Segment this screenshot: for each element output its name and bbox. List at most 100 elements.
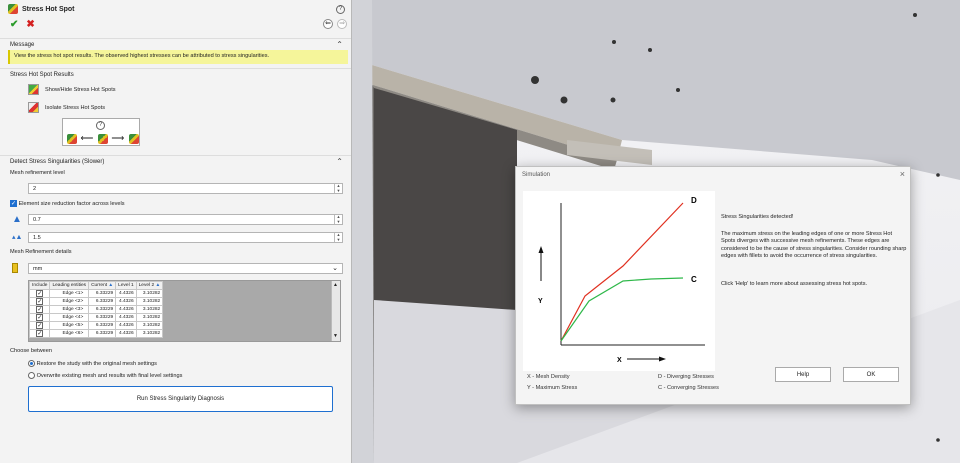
overwrite-radio-row[interactable]: Overwrite existing mesh and results with… xyxy=(28,372,182,379)
include-checkbox[interactable]: ✓ xyxy=(36,313,44,321)
panel-header: Stress Hot Spot xyxy=(8,4,75,14)
forward-arrow-icon[interactable]: ⇒ xyxy=(337,19,347,29)
mesh-icon: ▲ xyxy=(155,282,161,288)
back-arrow-icon[interactable]: ⇐ xyxy=(323,19,333,29)
property-manager: Stress Hot Spot ? ✔ ✖ ⇐ ⇒ Message ⌃ View… xyxy=(0,0,352,463)
mesh-level-label: Mesh refinement level xyxy=(10,170,65,176)
level-1-cell: 4.4326 xyxy=(115,328,137,338)
restore-radio-row[interactable]: Restore the study with the original mesh… xyxy=(28,360,157,367)
choose-label: Choose between xyxy=(10,348,52,354)
col-level-2[interactable]: Level 2 ▲ xyxy=(135,281,164,290)
include-cell: ✓ xyxy=(29,296,51,306)
help-button[interactable]: Help xyxy=(775,367,831,382)
legend-d: D - Diverging Stresses xyxy=(658,374,714,380)
col-include[interactable]: Include xyxy=(29,281,51,290)
triangle-factor-icon: ▲ xyxy=(12,214,22,225)
converging-curve xyxy=(560,277,684,342)
include-checkbox[interactable]: ✓ xyxy=(36,329,44,337)
diagram-help-icon[interactable]: ? xyxy=(96,121,105,130)
size-factor-input[interactable]: 0.7 ▲ ▼ xyxy=(28,214,343,225)
show-hide-icon xyxy=(28,84,39,95)
level-2-cell: 3.10282 xyxy=(135,328,164,338)
col-leading-entities[interactable]: Leading entities xyxy=(49,281,90,290)
include-cell: ✓ xyxy=(29,312,51,322)
ok-cancel-bar: ✔ ✖ xyxy=(10,19,35,30)
level-2-cell: 3.10282 xyxy=(135,288,164,298)
table-row[interactable]: ✓ Edge <1> 6.33229 4.4326 3.10282 xyxy=(29,288,164,298)
restore-radio[interactable] xyxy=(28,360,35,367)
results-section-header: Stress Hot Spot Results xyxy=(0,68,351,81)
run-diagnosis-button[interactable]: Run Stress Singularity Diagnosis xyxy=(28,386,333,412)
table-row[interactable]: ✓ Edge <2> 6.33229 4.4326 3.10282 xyxy=(29,296,164,306)
include-cell: ✓ xyxy=(29,320,51,330)
legend-y: Y - Maximum Stress xyxy=(527,385,578,391)
level-2-cell: 3.10282 xyxy=(135,320,164,330)
level-2-cell: 3.10282 xyxy=(135,312,164,322)
spinner-icon[interactable]: ▲ ▼ xyxy=(334,183,342,193)
col-level-1[interactable]: Level 1 xyxy=(115,281,137,290)
hot-spot-icon xyxy=(8,4,18,14)
chevron-down-icon[interactable]: ⌄ xyxy=(332,264,338,272)
detect-section-header[interactable]: Detect Stress Singularities (Slower) ⌃ xyxy=(0,155,351,168)
leading-entity-cell: Edge <5> xyxy=(49,320,90,330)
cycle-arrows-icon: ⟵ ⟶ xyxy=(67,133,139,144)
overwrite-radio[interactable] xyxy=(28,372,35,379)
label-c: C xyxy=(691,275,697,284)
leading-entity-cell: Edge <6> xyxy=(49,328,90,338)
refinement-table: Include Leading entities Current ▲ Level… xyxy=(28,280,341,342)
leading-entity-cell: Edge <2> xyxy=(49,296,90,306)
unit-select[interactable]: mm ⌄ xyxy=(28,263,343,274)
include-checkbox[interactable]: ✓ xyxy=(36,305,44,313)
col-current[interactable]: Current ▲ xyxy=(88,281,117,290)
mesh-level-input[interactable]: 2 ▲ ▼ xyxy=(28,183,343,194)
help-icon[interactable]: ? xyxy=(336,5,345,14)
element-size-checkbox-row[interactable]: ✓ Element size reduction factor across l… xyxy=(10,200,125,207)
include-checkbox[interactable]: ✓ xyxy=(36,297,44,305)
level-1-cell: 4.4326 xyxy=(115,320,137,330)
scroll-up-icon[interactable]: ▲ xyxy=(333,282,338,288)
y-label: Y xyxy=(538,298,543,305)
table-header-row: Include Leading entities Current ▲ Level… xyxy=(29,281,164,290)
collapse-chevron-icon[interactable]: ⌃ xyxy=(336,40,343,49)
include-checkbox[interactable]: ✓ xyxy=(36,321,44,329)
current-cell: 6.33229 xyxy=(88,312,117,322)
spinner-icon[interactable]: ▲ ▼ xyxy=(334,214,342,224)
collapse-chevron-icon[interactable]: ⌃ xyxy=(336,157,343,166)
element-size-checkbox[interactable]: ✓ xyxy=(10,200,17,207)
include-cell: ✓ xyxy=(29,288,51,298)
table-row[interactable]: ✓ Edge <4> 6.33229 4.4326 3.10282 xyxy=(29,312,164,322)
scroll-down-icon[interactable]: ▼ xyxy=(333,333,338,339)
level-1-cell: 4.4326 xyxy=(115,312,137,322)
level-1-cell: 4.4326 xyxy=(115,304,137,314)
message-text: View the stress hot spot results. The ob… xyxy=(8,50,348,64)
dialog-help-text: Click 'Help' to learn more about assessi… xyxy=(721,281,868,287)
x-arrow-icon xyxy=(659,356,666,362)
table-row[interactable]: ✓ Edge <5> 6.33229 4.4326 3.10282 xyxy=(29,320,164,330)
include-checkbox[interactable]: ✓ xyxy=(36,289,44,297)
table-scrollbar[interactable]: ▲ ▼ xyxy=(331,281,340,341)
table-row[interactable]: ✓ Edge <6> 6.33229 4.4326 3.10282 xyxy=(29,328,164,338)
legend-x: X - Mesh Density xyxy=(527,374,570,380)
ok-check-icon[interactable]: ✔ xyxy=(10,19,18,30)
isolate-hot-spots-button[interactable]: Isolate Stress Hot Spots xyxy=(28,102,105,113)
y-arrow-icon xyxy=(538,246,544,253)
ruler-icon xyxy=(12,263,18,273)
table-row[interactable]: ✓ Edge <3> 6.33229 4.4326 3.10282 xyxy=(29,304,164,314)
diverging-curve xyxy=(560,202,684,342)
level-1-cell: 4.4326 xyxy=(115,296,137,306)
ratio-factor-input[interactable]: 1.5 ▲ ▼ xyxy=(28,232,343,243)
leading-entity-cell: Edge <4> xyxy=(49,312,90,322)
hot-spot-cycle-diagram: ? ⟵ ⟶ xyxy=(62,118,140,146)
ok-button[interactable]: OK xyxy=(843,367,899,382)
current-cell: 6.33229 xyxy=(88,296,117,306)
left-strip xyxy=(352,0,374,463)
current-cell: 6.33229 xyxy=(88,304,117,314)
mesh-icon: ▲ xyxy=(108,282,114,288)
label-d: D xyxy=(691,196,697,205)
close-icon[interactable]: × xyxy=(900,169,905,179)
cancel-x-icon[interactable]: ✖ xyxy=(26,19,34,30)
legend-c: C - Converging Stresses xyxy=(658,385,719,391)
level-2-cell: 3.10282 xyxy=(135,304,164,314)
spinner-icon[interactable]: ▲ ▼ xyxy=(334,232,342,242)
show-hide-hot-spots-button[interactable]: Show/Hide Stress Hot Spots xyxy=(28,84,116,95)
